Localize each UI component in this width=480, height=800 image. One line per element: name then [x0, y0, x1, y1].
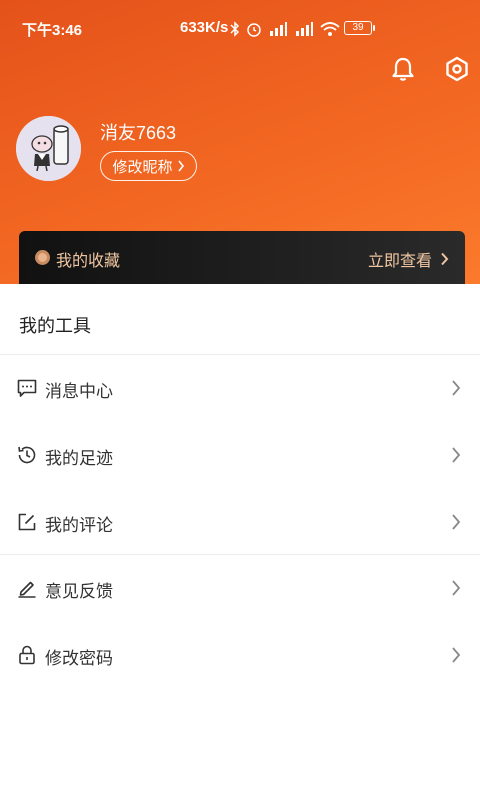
menu-item-label: 修改密码 — [45, 649, 113, 668]
chevron-right-icon — [452, 580, 461, 596]
chevron-right-icon — [441, 252, 449, 266]
favorites-label: 我的收藏 — [56, 253, 121, 270]
menu-item-label: 意见反馈 — [45, 582, 113, 601]
edit-nickname-button[interactable]: 修改昵称 — [100, 151, 197, 181]
chevron-right-icon — [452, 647, 461, 663]
chevron-right-icon — [177, 160, 184, 172]
alarm-icon — [247, 23, 261, 37]
favorites-view-now[interactable]: 立即查看 — [368, 247, 449, 271]
favorites-coin-icon — [35, 250, 50, 265]
username: 消友7663 — [100, 123, 177, 143]
edit-icon — [18, 513, 36, 531]
status-bar: 下午3:46 633K/s 39 — [0, 0, 480, 58]
avatar[interactable] — [16, 116, 81, 181]
lock-icon — [19, 645, 35, 665]
network-speed: 633K/s — [180, 19, 229, 36]
settings-button[interactable] — [442, 54, 472, 84]
menu-item-label: 消息中心 — [45, 382, 113, 401]
history-icon — [18, 446, 36, 464]
status-time: 下午3:46 — [22, 22, 83, 39]
message-icon — [17, 379, 37, 397]
menu-item-feedback[interactable]: 意见反馈 — [0, 555, 480, 621]
favorites-bar[interactable]: 我的收藏 立即查看 — [19, 231, 465, 284]
bell-icon — [392, 57, 414, 81]
menu-item-message-center[interactable]: 消息中心 — [0, 355, 480, 421]
chevron-right-icon — [452, 514, 461, 530]
signal-icon — [270, 22, 287, 36]
tools-section: 我的工具 消息中心 我的足迹 我的评论 意见反馈 修改密码 — [0, 284, 480, 800]
wifi-icon — [320, 22, 340, 36]
chevron-right-icon — [452, 380, 461, 396]
signal-icon-2 — [296, 22, 313, 36]
status-icons — [230, 18, 340, 40]
favorites-action-label: 立即查看 — [367, 253, 432, 270]
edit-nickname-label: 修改昵称 — [112, 158, 173, 176]
menu-item-label: 我的足迹 — [45, 449, 113, 468]
pen-icon — [18, 581, 36, 598]
chevron-right-icon — [452, 447, 461, 463]
avatar-image — [16, 116, 81, 181]
menu-item-change-password[interactable]: 修改密码 — [0, 622, 480, 688]
gear-icon — [446, 56, 468, 82]
section-title: 我的工具 — [19, 316, 91, 336]
battery-indicator: 39 — [344, 21, 375, 35]
bluetooth-icon — [230, 21, 240, 37]
profile-header: 下午3:46 633K/s 39 消友7663 修改昵称 我的收藏 立即查看 — [0, 0, 480, 284]
notification-button[interactable] — [388, 54, 418, 84]
menu-item-comments[interactable]: 我的评论 — [0, 489, 480, 555]
menu-item-label: 我的评论 — [45, 516, 113, 535]
menu-item-history[interactable]: 我的足迹 — [0, 422, 480, 488]
